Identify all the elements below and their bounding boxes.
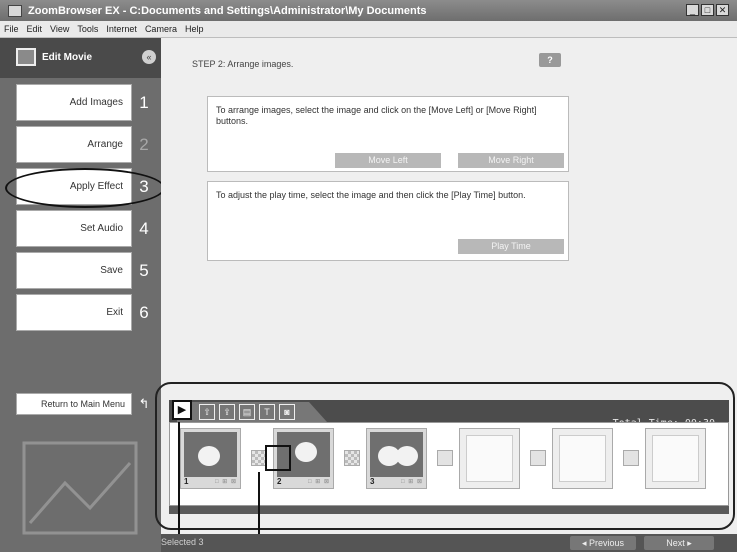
step-save-button[interactable]: Save [16, 252, 132, 289]
return-label: Return to Main Menu [40, 399, 125, 409]
frame-number: 3 [370, 477, 375, 486]
menu-camera[interactable]: Camera [145, 24, 177, 34]
maximize-button[interactable]: □ [701, 4, 714, 16]
sidebar-header: Edit Movie « [0, 38, 161, 78]
frame-mini-icons: □ ⊞ ⊠ [400, 479, 423, 485]
step-label: Set Audio [80, 223, 123, 234]
play-time-button[interactable]: Play Time [458, 239, 564, 254]
step-number: 4 [139, 219, 149, 238]
window-title: ZoomBrowser EX - C:Documents and Setting… [28, 4, 427, 17]
step-number: 1 [139, 93, 149, 112]
edit-movie-icon [16, 48, 36, 66]
play-icon[interactable]: ▶ [172, 400, 192, 420]
step-label: Exit [106, 307, 123, 318]
next-button[interactable]: Next ▸ [644, 536, 714, 550]
tool-icon-3[interactable]: ▤ [239, 404, 255, 420]
status-bar: Selected 3 ◂ Previous Next ▸ [161, 534, 737, 552]
apply-effect-callout [5, 168, 165, 208]
collapse-icon[interactable]: « [142, 50, 156, 64]
timeline-panel: ⇧ ⇪ ▤ T ◙ Total Time: 00:30 ▶ 1 □ ⊞ ⊠ 2 … [155, 382, 737, 538]
transition-slot [530, 450, 546, 466]
playtime-instructions: To adjust the play time, select the imag… [216, 190, 526, 200]
app-icon [8, 4, 22, 17]
step-exit-button[interactable]: Exit [16, 294, 132, 331]
frame-number: 2 [277, 477, 282, 486]
main-panel: STEP 2: Arrange images. ? To arrange ima… [155, 38, 737, 552]
selected-count: Selected 3 [161, 537, 204, 547]
dog-shape [198, 446, 220, 466]
frame-mini-icons: □ ⊞ ⊠ [214, 479, 237, 485]
step-header: STEP 2: Arrange images. ? [161, 48, 737, 74]
menu-tools[interactable]: Tools [77, 24, 98, 34]
minimize-button[interactable]: _ [686, 4, 699, 16]
empty-frame [552, 428, 613, 489]
step-label: Arrange [87, 139, 123, 150]
arrange-instructions: To arrange images, select the image and … [216, 105, 537, 126]
step-number: 5 [139, 261, 149, 280]
menu-view[interactable]: View [50, 24, 69, 34]
step-add-images-button[interactable]: Add Images [16, 84, 132, 121]
menu-help[interactable]: Help [185, 24, 204, 34]
playtime-box: To adjust the play time, select the imag… [207, 181, 569, 261]
image-frame-3[interactable]: 3 □ ⊞ ⊠ [366, 428, 427, 489]
strip-scrollbar[interactable] [169, 506, 729, 514]
menu-file[interactable]: File [4, 24, 19, 34]
sidebar-title: Edit Movie [42, 52, 93, 63]
tool-icon-5[interactable]: ◙ [279, 404, 295, 420]
transition-slot [437, 450, 453, 466]
dog-shape [396, 446, 418, 466]
close-button[interactable]: ✕ [716, 4, 729, 16]
transition-callout [265, 445, 291, 471]
previous-button[interactable]: ◂ Previous [570, 536, 636, 550]
transition-icon[interactable] [344, 450, 360, 466]
timeline-toolbar: ⇧ ⇪ ▤ T ◙ Total Time: 00:30 [169, 400, 729, 429]
step-number: 6 [139, 303, 149, 322]
step-label: Add Images [69, 97, 123, 108]
step-arrange-button[interactable]: Arrange [16, 126, 132, 163]
callout-line [178, 422, 180, 552]
step-label: Save [100, 265, 123, 276]
step-title: STEP 2: Arrange images. [192, 59, 294, 69]
tool-icon-1[interactable]: ⇧ [199, 404, 215, 420]
text-tool-icon[interactable]: T [259, 404, 275, 420]
dog-photo [370, 432, 423, 477]
return-to-main-menu-button[interactable]: Return to Main Menu [16, 393, 132, 415]
transition-slot [623, 450, 639, 466]
return-arrow-icon: ↰ [138, 396, 150, 411]
sidebar: Edit Movie « Add Images 1 Arrange 2 Appl… [0, 38, 161, 552]
menu-bar: File Edit View Tools Internet Camera Hel… [0, 21, 737, 38]
empty-frame [459, 428, 520, 489]
arrange-box: To arrange images, select the image and … [207, 96, 569, 172]
tool-icon-2[interactable]: ⇪ [219, 404, 235, 420]
help-button[interactable]: ? [539, 53, 561, 67]
move-left-button[interactable]: Move Left [335, 153, 441, 168]
image-strip: 1 □ ⊞ ⊠ 2 □ ⊞ ⊠ 3 □ ⊞ ⊠ [169, 422, 729, 506]
window-controls: _ □ ✕ [686, 4, 729, 16]
dog-photo [184, 432, 237, 477]
empty-frame [645, 428, 706, 489]
dog-shape [295, 442, 317, 462]
title-bar: ZoomBrowser EX - C:Documents and Setting… [0, 0, 737, 21]
frame-mini-icons: □ ⊞ ⊠ [307, 479, 330, 485]
menu-internet[interactable]: Internet [106, 24, 137, 34]
menu-edit[interactable]: Edit [27, 24, 43, 34]
decorative-graphic [22, 441, 138, 535]
move-right-button[interactable]: Move Right [458, 153, 564, 168]
image-frame-1[interactable]: 1 □ ⊞ ⊠ [180, 428, 241, 489]
step-number: 2 [139, 135, 149, 154]
step-set-audio-button[interactable]: Set Audio [16, 210, 132, 247]
frame-number: 1 [184, 477, 189, 486]
